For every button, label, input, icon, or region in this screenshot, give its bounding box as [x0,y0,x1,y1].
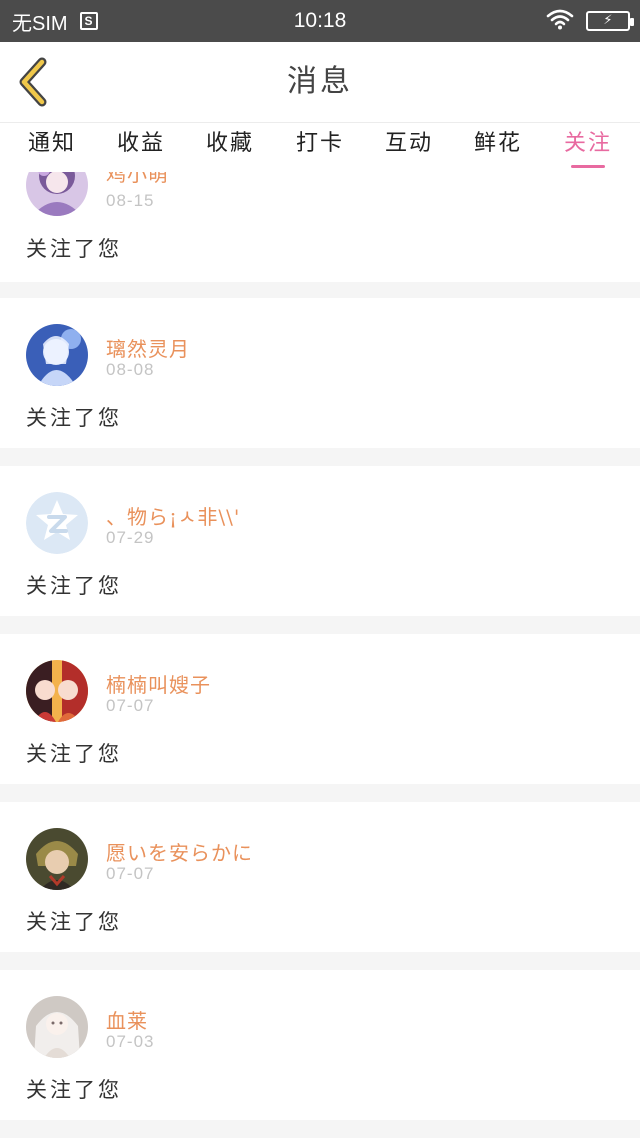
battery-charging-icon: ⚡ [586,11,634,31]
list-item[interactable]: 愿いを安らかに 07-07 关注了您 [0,802,640,952]
follow-message: 关注了您 [26,406,122,430]
tab-notifications[interactable]: 通知 [12,123,92,173]
follow-date: 07-07 [106,696,155,715]
follow-date: 07-29 [106,528,155,547]
username[interactable]: 楠楠叫嫂子 [106,669,211,698]
list-item[interactable]: 楠楠叫嫂子 07-07 关注了您 [0,634,640,784]
follow-date: 08-15 [106,191,155,210]
follow-date: 07-07 [106,864,155,883]
tab-favorites[interactable]: 收藏 [190,123,270,173]
tab-checkin[interactable]: 打卡 [280,123,360,173]
tab-flowers[interactable]: 鲜花 [458,123,538,173]
user-avatar[interactable] [26,172,88,216]
username[interactable]: 、物ら¡ㅅ非\\' [106,501,240,530]
follow-message: 关注了您 [26,574,122,598]
active-tab-indicator [571,165,605,168]
status-time: 10:18 [293,9,347,32]
app-root: 无SIM S 10:18 ⚡ 消息 通知 收益 收藏 打卡 互动 鲜花 关注 鸡… [0,0,640,1138]
list-item[interactable]: 鸡小萌 08-15 关注了您 [0,172,640,282]
user-avatar[interactable] [26,660,88,722]
follow-message: 关注了您 [26,1078,122,1102]
list-item[interactable]: 血莱 07-03 关注了您 [0,970,640,1120]
follow-message: 关注了您 [26,237,122,261]
battery-bolt: ⚡ [603,13,613,28]
user-avatar[interactable] [26,828,88,890]
tab-earnings[interactable]: 收益 [101,123,181,173]
list-item[interactable]: 、物ら¡ㅅ非\\' 07-29 关注了您 [0,466,640,616]
tab-bar: 通知 收益 收藏 打卡 互动 鲜花 关注 [0,122,640,172]
user-avatar[interactable] [26,324,88,386]
status-bar: 无SIM S 10:18 ⚡ [0,0,640,42]
username[interactable]: 血莱 [106,1005,148,1034]
page-title: 消息 [287,64,353,99]
user-avatar[interactable] [26,996,88,1058]
notification-list[interactable]: 鸡小萌 08-15 关注了您 璃然灵月 08-08 关注了您 、物ら¡ㅅ非\\'… [0,172,640,1138]
username[interactable]: 鸡小萌 [106,172,169,187]
follow-message: 关注了您 [26,742,122,766]
wifi-icon [546,8,574,34]
status-right: ⚡ [546,0,634,42]
user-avatar[interactable] [26,492,88,554]
username[interactable]: 璃然灵月 [106,333,190,362]
list-item[interactable]: 璃然灵月 08-08 关注了您 [0,298,640,448]
follow-date: 08-08 [106,360,155,379]
header-bar: 消息 [0,42,640,122]
tab-interactions[interactable]: 互动 [369,123,449,173]
follow-message: 关注了您 [26,910,122,934]
username[interactable]: 愿いを安らかに [106,837,253,866]
follow-date: 07-03 [106,1032,155,1051]
